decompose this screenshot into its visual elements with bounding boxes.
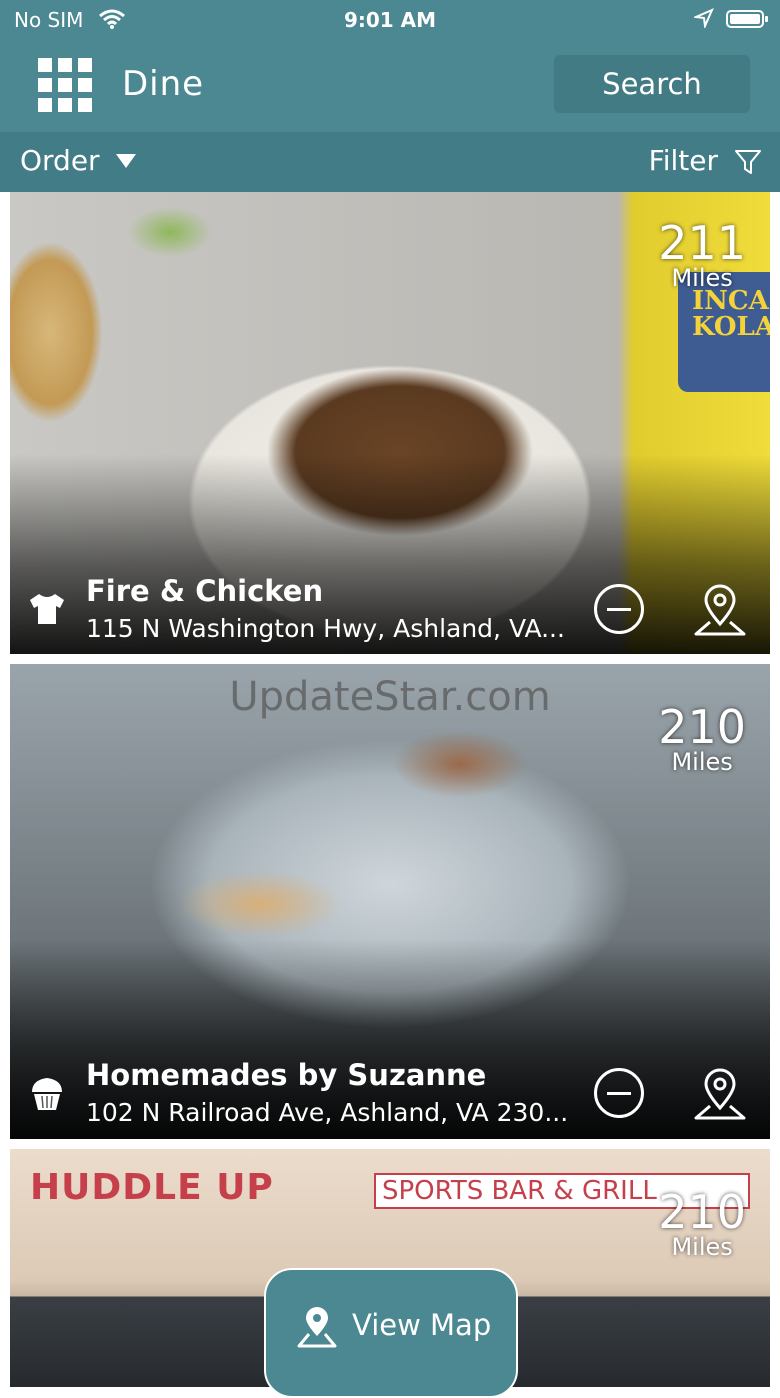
shirt-icon	[30, 594, 64, 624]
distance-badge: 210 Miles	[658, 1189, 746, 1259]
remove-button[interactable]	[594, 584, 644, 634]
battery-icon	[726, 10, 768, 28]
distance-badge: 211 Miles	[658, 220, 746, 290]
app-grid-icon[interactable]	[38, 58, 92, 112]
filter-icon[interactable]	[734, 148, 762, 176]
restaurant-name[interactable]: Fire & Chicken	[86, 574, 323, 608]
remove-button[interactable]	[594, 1068, 644, 1118]
distance-value: 211	[658, 216, 746, 270]
distance-badge: 210 Miles	[658, 704, 746, 774]
filter-button[interactable]: Filter	[649, 144, 718, 177]
search-button[interactable]: Search	[554, 55, 750, 113]
distance-value: 210	[658, 700, 746, 754]
watermark-text: UpdateStar.com	[229, 674, 551, 720]
clock: 9:01 AM	[343, 8, 437, 32]
order-dropdown[interactable]: Order	[20, 144, 100, 177]
bottle-label-text: INCA KOLA	[692, 286, 770, 342]
restaurant-card[interactable]: INCA KOLA 211 Miles Fire & Chicken 115 N…	[10, 192, 770, 654]
map-pin-icon[interactable]	[692, 580, 748, 640]
distance-unit: Miles	[671, 264, 733, 292]
restaurant-address: 115 N Washington Hwy, Ashland, VA...	[86, 614, 565, 643]
restaurant-address: 102 N Railroad Ave, Ashland, VA 230...	[86, 1098, 566, 1127]
distance-unit: Miles	[671, 748, 733, 776]
header-bar: Dine Search	[0, 40, 780, 132]
status-bar: No SIM 9:01 AM	[0, 0, 780, 40]
cupcake-icon	[32, 1078, 62, 1110]
view-map-label: View Map	[352, 1308, 492, 1342]
distance-value: 210	[658, 1185, 746, 1239]
map-pin-icon	[297, 1307, 337, 1348]
map-pin-icon[interactable]	[692, 1064, 748, 1124]
restaurant-card[interactable]: UpdateStar.com 210 Miles Homemades by Su…	[10, 664, 770, 1139]
location-arrow-icon	[694, 8, 714, 28]
view-map-button[interactable]: View Map	[264, 1268, 518, 1398]
page-title: Dine	[122, 64, 205, 104]
restaurant-name[interactable]: Homemades by Suzanne	[86, 1058, 486, 1092]
caret-down-icon[interactable]	[116, 154, 136, 168]
sign-text: HUDDLE UP	[30, 1167, 274, 1208]
sort-filter-bar: Order Filter	[0, 132, 780, 192]
distance-unit: Miles	[671, 1233, 733, 1261]
